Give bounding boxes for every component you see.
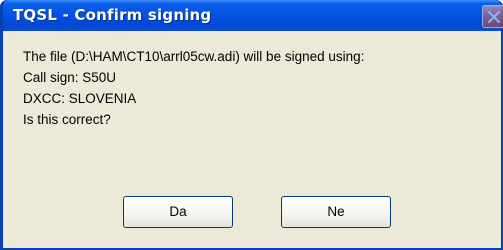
- message-file-line: The file (D:\HAM\CT10\arrl05cw.adi) will…: [23, 49, 365, 64]
- confirm-signing-dialog: TQSL - Confirm signing The file (D:\HAM\…: [0, 0, 503, 250]
- message-dxcc-line: DXCC: SLOVENIA: [23, 91, 137, 106]
- yes-button[interactable]: Da: [123, 196, 233, 228]
- close-icon: [488, 11, 500, 23]
- close-button[interactable]: [482, 5, 503, 28]
- title-bar[interactable]: TQSL - Confirm signing: [3, 0, 503, 31]
- message-question-line: Is this correct?: [23, 112, 111, 127]
- window-title: TQSL - Confirm signing: [13, 6, 212, 24]
- message-callsign-line: Call sign: S50U: [23, 70, 117, 85]
- dialog-body: The file (D:\HAM\CT10\arrl05cw.adi) will…: [3, 31, 501, 248]
- no-button[interactable]: Ne: [281, 196, 391, 228]
